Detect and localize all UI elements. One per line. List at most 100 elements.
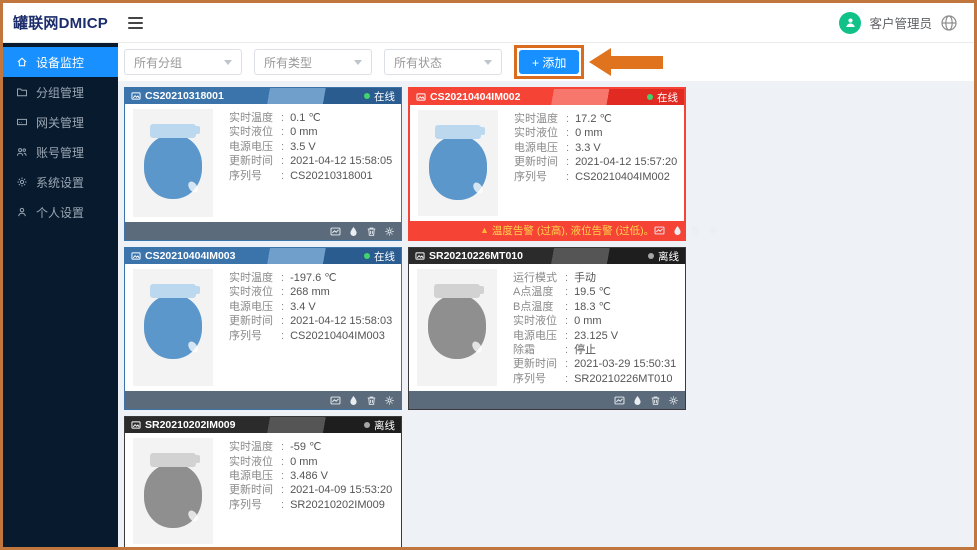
device-card-footer: ▲ — [125, 391, 401, 409]
device-card-header[interactable]: SR20210226MT010 离线 — [409, 248, 685, 264]
sidebar-item-3[interactable]: 网关管理 — [3, 107, 118, 137]
field-label: 更新时间 — [229, 314, 281, 328]
sidebar-item-label: 个人设置 — [36, 204, 84, 221]
field-label: 更新时间 — [513, 357, 565, 371]
field-label: 电源电压 — [514, 141, 566, 155]
device-id: SR20210202IM009 — [145, 419, 236, 431]
device-card-body: 运行模式:手动A点温度:19.5 ℃B点温度:18.3 ℃实时液位:0 mm电源… — [409, 264, 685, 391]
trash-icon[interactable] — [366, 226, 377, 237]
trash-icon[interactable] — [690, 225, 701, 236]
field-value: -197.6 ℃ — [290, 271, 337, 285]
field-label: 电源电压 — [229, 140, 281, 154]
field-label: 运行模式 — [513, 271, 565, 285]
droplet-icon[interactable] — [348, 395, 359, 406]
field-value: CS20210404IM003 — [290, 329, 385, 343]
field-row: 电源电压:23.125 V — [513, 329, 676, 343]
sidebar-item-5[interactable]: 系统设置 — [3, 167, 118, 197]
field-row: 序列号:CS20210404IM003 — [229, 329, 392, 343]
annotation-highlight-box: + 添加 — [514, 45, 584, 79]
sidebar-item-6[interactable]: 个人设置 — [3, 197, 118, 227]
field-value: 19.5 ℃ — [574, 285, 611, 299]
group-filter-select[interactable]: 所有分组 — [124, 49, 242, 75]
field-row: 实时液位:0 mm — [229, 455, 392, 469]
field-value: 0 mm — [290, 125, 318, 139]
field-row: A点温度:19.5 ℃ — [513, 285, 676, 299]
device-fields: 运行模式:手动A点温度:19.5 ℃B点温度:18.3 ℃实时液位:0 mm电源… — [513, 269, 676, 386]
status-dot — [364, 422, 370, 428]
field-row: 除霜:停止 — [513, 343, 676, 357]
device-card-footer: ▲ — [125, 222, 401, 240]
chevron-down-icon — [224, 60, 232, 65]
chart-icon[interactable] — [330, 395, 341, 406]
status-label: 在线 — [657, 90, 678, 105]
field-value: SR20210202IM009 — [290, 498, 385, 512]
device-fields: 实时温度:17.2 ℃实时液位:0 mm电源电压:3.3 V更新时间:2021-… — [514, 110, 677, 216]
status-filter-select[interactable]: 所有状态 — [384, 49, 502, 75]
field-label: 除霜 — [513, 343, 565, 357]
field-label: 实时温度 — [229, 271, 281, 285]
field-value: 3.3 V — [575, 141, 601, 155]
sidebar-item-label: 系统设置 — [36, 174, 84, 191]
device-card-footer: ▲ 温度告警 (过高), 液位告警 (过低)。 — [410, 221, 684, 239]
field-row: 更新时间:2021-03-29 15:50:31 — [513, 357, 676, 371]
field-value: 2021-04-12 15:57:20 — [575, 155, 677, 169]
field-label: 序列号 — [514, 170, 566, 184]
device-card-header[interactable]: CS20210318001 在线 — [125, 88, 401, 104]
field-label: 序列号 — [229, 329, 281, 343]
droplet-icon[interactable] — [672, 225, 683, 236]
droplet-icon[interactable] — [632, 395, 643, 406]
card-action-icons — [330, 395, 395, 406]
gear-icon[interactable] — [668, 395, 679, 406]
menu-collapse-icon[interactable] — [128, 17, 143, 29]
status-dot — [364, 93, 370, 99]
annotation-arrow — [589, 48, 663, 76]
device-card-header[interactable]: CS20210404IM003 在线 — [125, 248, 401, 264]
photo-icon — [415, 251, 425, 261]
trash-icon[interactable] — [366, 395, 377, 406]
field-label: 更新时间 — [514, 155, 566, 169]
field-value: 268 mm — [290, 285, 330, 299]
field-label: 电源电压 — [513, 329, 565, 343]
field-value: CS20210404IM002 — [575, 170, 670, 184]
field-value: 2021-04-09 15:53:20 — [290, 483, 392, 497]
sidebar-item-4[interactable]: 账号管理 — [3, 137, 118, 167]
sidebar-item-2[interactable]: 分组管理 — [3, 77, 118, 107]
status-dot — [364, 253, 370, 259]
field-value: 0 mm — [290, 455, 318, 469]
field-value: 23.125 V — [574, 329, 618, 343]
field-row: 更新时间:2021-04-12 15:58:03 — [229, 314, 392, 328]
device-card: CS20210404IM002 在线 实时温度:17.2 ℃实时液位:0 mm电… — [408, 87, 686, 241]
chart-icon[interactable] — [654, 225, 665, 236]
chart-icon[interactable] — [330, 226, 341, 237]
droplet-icon[interactable] — [348, 226, 359, 237]
field-value: 3.486 V — [290, 469, 328, 483]
field-row: 电源电压:3.486 V — [229, 469, 392, 483]
tank-image — [418, 110, 498, 216]
status-label: 在线 — [374, 249, 395, 264]
field-row: 电源电压:3.4 V — [229, 300, 392, 314]
device-id: CS20210404IM002 — [430, 91, 521, 103]
photo-icon — [131, 91, 141, 101]
gear-icon[interactable] — [708, 225, 719, 236]
device-card-header[interactable]: CS20210404IM002 在线 — [410, 89, 684, 105]
field-label: A点温度 — [513, 285, 565, 299]
device-card: SR20210202IM009 离线 实时温度:-59 ℃实时液位:0 mm电源… — [124, 416, 402, 547]
tank-image — [133, 438, 213, 544]
gear-icon[interactable] — [384, 226, 395, 237]
field-row: 电源电压:3.3 V — [514, 141, 677, 155]
trash-icon[interactable] — [650, 395, 661, 406]
status-label: 离线 — [658, 249, 679, 264]
card-action-icons — [654, 225, 719, 236]
avatar[interactable] — [839, 12, 861, 34]
sidebar-item-1[interactable]: 设备监控 — [3, 47, 118, 77]
filter-bar: 所有分组 所有类型 所有状态 + 添加 — [118, 43, 974, 81]
gear-icon[interactable] — [384, 395, 395, 406]
field-label: 实时温度 — [229, 440, 281, 454]
chart-icon[interactable] — [614, 395, 625, 406]
device-fields: 实时温度:-59 ℃实时液位:0 mm电源电压:3.486 V更新时间:2021… — [229, 438, 392, 544]
language-globe-icon[interactable] — [940, 14, 958, 32]
device-card-header[interactable]: SR20210202IM009 离线 — [125, 417, 401, 433]
add-button[interactable]: + 添加 — [519, 50, 579, 74]
type-filter-select[interactable]: 所有类型 — [254, 49, 372, 75]
field-label: 序列号 — [229, 498, 281, 512]
